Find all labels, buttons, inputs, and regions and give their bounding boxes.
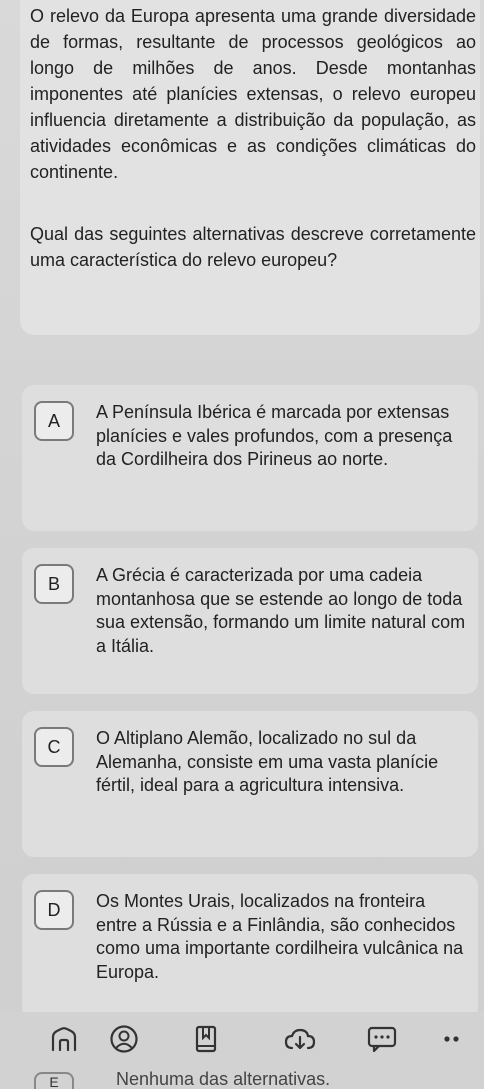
option-text-b: A Grécia é caracterizada por uma cadeia … [96, 565, 466, 656]
more-icon [444, 1036, 459, 1042]
comment-icon [367, 1026, 397, 1053]
bookmark-icon [195, 1025, 217, 1053]
option-c[interactable]: C O Altiplano Alemão, localizado no sul … [22, 711, 478, 857]
option-letter-d: D [34, 890, 74, 930]
option-letter-a: A [34, 401, 74, 441]
option-letter-c: C [34, 727, 74, 767]
option-e[interactable]: E Nenhuma das alternativas. [30, 1066, 470, 1089]
comment-button[interactable] [360, 1024, 404, 1054]
option-text-d: Os Montes Urais, localizados na fronteir… [96, 891, 464, 982]
option-letter-e: E [34, 1072, 74, 1089]
home-icon [51, 1027, 77, 1052]
option-a[interactable]: A A Península Ibérica é marcada por exte… [22, 385, 478, 531]
profile-button[interactable] [102, 1024, 146, 1054]
screen: O relevo da Europa apresenta uma grande … [0, 0, 484, 1089]
cloud-download-icon [284, 1028, 316, 1050]
bookmark-button[interactable] [184, 1024, 228, 1054]
option-d[interactable]: D Os Montes Urais, localizados na fronte… [22, 874, 478, 1020]
option-letter-b: B [34, 564, 74, 604]
more-button[interactable] [432, 1024, 472, 1054]
download-button[interactable] [278, 1024, 322, 1054]
home-button[interactable] [42, 1024, 86, 1054]
option-text-a: A Península Ibérica é marcada por extens… [96, 402, 453, 469]
question-prompt: Qual das seguintes alternativas descreve… [30, 224, 476, 270]
option-text-c: O Altiplano Alemão, localizado no sul da… [96, 728, 439, 795]
option-text-e: Nenhuma das alternativas. [116, 1069, 331, 1089]
option-b[interactable]: B A Grécia é caracterizada por uma cadei… [22, 548, 478, 694]
profile-icon [110, 1025, 138, 1053]
question-context: O relevo da Europa apresenta uma grande … [30, 6, 476, 182]
